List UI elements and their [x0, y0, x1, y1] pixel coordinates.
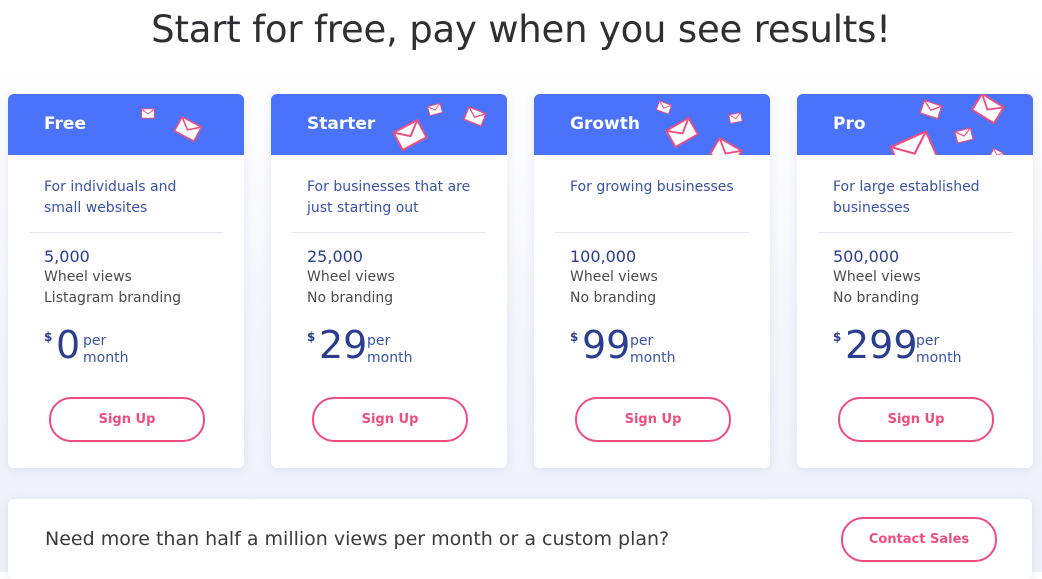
divider	[818, 232, 1012, 233]
plan-views-label: Wheel views	[44, 269, 132, 285]
envelope-icon	[954, 127, 974, 144]
plan-branding: No branding	[570, 290, 657, 306]
envelope-icon	[173, 115, 203, 143]
plan-views: 100,000	[570, 247, 637, 266]
divider	[29, 232, 223, 233]
price-month: month	[630, 350, 676, 366]
price-per: per	[630, 333, 654, 349]
plan-description: For individuals and small websites	[44, 179, 177, 216]
sign-up-button[interactable]: Sign Up	[575, 397, 731, 442]
envelope-icon	[427, 102, 443, 117]
envelope-icon	[989, 148, 1005, 155]
price-per: per	[916, 333, 940, 349]
plan-name: Pro	[833, 114, 866, 134]
plan-views: 5,000	[44, 247, 90, 266]
price-amount: 0	[56, 323, 81, 367]
divider	[292, 232, 486, 233]
contact-sales-button[interactable]: Contact Sales	[841, 517, 997, 562]
price-period: per month	[367, 333, 412, 367]
plan-name: Free	[44, 114, 86, 134]
plan-body: For businesses that are just starting ou…	[271, 155, 507, 468]
sign-up-button[interactable]: Sign Up	[49, 397, 205, 442]
envelope-icon	[392, 118, 428, 152]
custom-plan-banner: Need more than half a million views per …	[8, 499, 1032, 579]
custom-plan-text: Need more than half a million views per …	[45, 528, 670, 550]
page-headline: Start for free, pay when you see results…	[151, 8, 891, 51]
envelope-icon	[919, 99, 943, 120]
plan-header: Growth	[534, 94, 770, 155]
envelope-icon	[889, 129, 939, 155]
plan-body: For large established businesses 500,000…	[797, 155, 1033, 468]
plan-card-starter: Starter For businesses that are just sta…	[271, 94, 507, 468]
envelope-icon	[708, 136, 744, 155]
price-amount: 299	[845, 323, 918, 367]
price-currency: $	[307, 330, 316, 344]
plan-views-label: Wheel views	[570, 269, 658, 285]
plan-body: For growing businesses 100,000 Wheel vie…	[534, 155, 770, 468]
price-month: month	[83, 350, 129, 366]
plan-name: Starter	[307, 114, 376, 134]
envelope-icon	[463, 106, 487, 127]
plan-views: 25,000	[307, 247, 363, 266]
price-month: month	[367, 350, 413, 366]
plan-branding: Listagram branding	[44, 290, 181, 306]
price-currency: $	[570, 330, 579, 344]
plan-card-free: Free For individuals and small websites …	[8, 94, 244, 468]
plan-views: 500,000	[833, 247, 900, 266]
plan-header: Free	[8, 94, 244, 155]
envelope-icon	[141, 108, 155, 119]
envelope-icon	[655, 100, 673, 115]
plan-card-pro: Pro For large established businesses 500…	[797, 94, 1033, 468]
plan-name: Growth	[570, 114, 640, 134]
price-period: per month	[83, 333, 128, 367]
envelope-icon	[970, 94, 1006, 125]
sign-up-button[interactable]: Sign Up	[838, 397, 994, 442]
price-per: per	[367, 333, 391, 349]
plan-description: For growing businesses	[570, 179, 734, 195]
plan-description: For large established businesses	[833, 179, 980, 216]
plan-branding: No branding	[307, 290, 394, 306]
price-period: per month	[916, 333, 961, 367]
plan-header: Starter	[271, 94, 507, 155]
pricing-cards: Free For individuals and small websites …	[8, 94, 1034, 468]
price-period: per month	[630, 333, 675, 367]
plan-description: For businesses that are just starting ou…	[307, 179, 471, 216]
price-per: per	[83, 333, 107, 349]
sign-up-button[interactable]: Sign Up	[312, 397, 468, 442]
plan-header: Pro	[797, 94, 1033, 155]
price-amount: 99	[582, 323, 631, 367]
envelope-icon	[664, 116, 700, 149]
plan-body: For individuals and small websites 5,000…	[8, 155, 244, 468]
envelope-icon	[728, 112, 743, 124]
price-amount: 29	[319, 323, 368, 367]
plan-card-growth: Growth For growing businesses 100,000 Wh…	[534, 94, 770, 468]
price-currency: $	[833, 330, 842, 344]
divider	[555, 232, 749, 233]
plan-branding: No branding	[833, 290, 920, 306]
price-month: month	[916, 350, 962, 366]
plan-views-label: Wheel views	[307, 269, 395, 285]
plan-views-label: Wheel views	[833, 269, 921, 285]
price-currency: $	[44, 330, 53, 344]
